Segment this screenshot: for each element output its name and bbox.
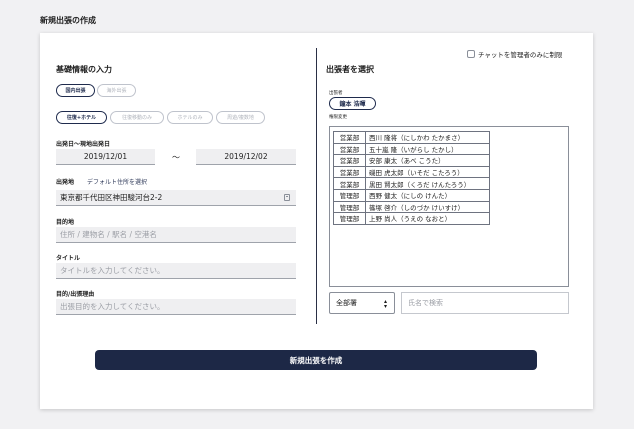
- name-cell: 磯田 虎太郎（いそだ こたろう）: [365, 165, 490, 179]
- name-cell: 五十嵐 隆（いがらし たかし）: [365, 142, 490, 156]
- table-row[interactable]: 営業部 黒田 賢太郎（くろだ けんたろう）: [333, 177, 490, 190]
- trip-title-label: タイトル: [56, 255, 81, 262]
- chat-admin-only-label: チャットを管理者のみに制限: [478, 51, 563, 59]
- transport-roundtrip-hotel[interactable]: 往復+ホテル: [56, 111, 107, 124]
- employee-table: 営業部 西川 隆将（にしかわ たかまさ） 営業部 五十嵐 隆（いがらし たかし） 営…: [333, 131, 490, 225]
- name-cell: 西野 健太（にしの けんた）: [365, 188, 490, 202]
- origin-label: 出発地: [56, 179, 75, 186]
- dept-cell: 管理部: [333, 188, 366, 202]
- table-row[interactable]: 営業部 五十嵐 隆（いがらし たかし）: [333, 142, 490, 156]
- department-filter-select[interactable]: 全部署 ▴ ▾: [329, 292, 395, 314]
- purpose-label: 目的/出張理由: [56, 291, 95, 298]
- department-filter-value: 全部署: [336, 299, 357, 307]
- dept-cell: 営業部: [333, 165, 366, 179]
- transport-roundtrip-only[interactable]: 往復移動のみ: [110, 111, 164, 124]
- transport-hotel-only[interactable]: ホテルのみ: [167, 111, 213, 124]
- dates-label: 出発日〜現地出発日: [56, 141, 111, 148]
- travelers-label: 出張者: [329, 91, 343, 96]
- traveler-title: 出張者を選択: [326, 65, 374, 74]
- dept-cell: 営業部: [333, 154, 366, 167]
- origin-value: 東京都千代田区神田駿河台2-2: [60, 193, 163, 202]
- name-cell: 安部 康太（あべ こうた）: [365, 154, 490, 167]
- transport-multi-city[interactable]: 周遊/複数地: [216, 111, 265, 124]
- start-date-field[interactable]: 2019/12/01: [56, 149, 155, 165]
- table-row[interactable]: 管理部 西野 健太（にしの けんた）: [333, 188, 490, 202]
- name-search-input[interactable]: [401, 292, 569, 314]
- selected-traveler-chip[interactable]: 鐘本 浩暉: [329, 97, 376, 110]
- basic-info-title: 基礎情報の入力: [56, 65, 112, 74]
- permission-change-link[interactable]: 権限変更: [329, 114, 347, 120]
- trip-title-field[interactable]: タイトルを入力してください。: [56, 263, 296, 279]
- chat-admin-only-toggle[interactable]: チャットを管理者のみに制限: [467, 49, 562, 59]
- create-trip-button[interactable]: 新規出張を作成: [95, 350, 537, 370]
- calendar-icon[interactable]: [284, 194, 290, 201]
- date-range-separator: 〜: [172, 153, 180, 162]
- trip-type-domestic[interactable]: 国内出張: [56, 84, 95, 97]
- name-cell: 黒田 賢太郎（くろだ けんたろう）: [365, 177, 490, 190]
- page-title: 新規出張の作成: [40, 16, 96, 25]
- section-divider: [316, 48, 317, 324]
- end-date-field[interactable]: 2019/12/02: [196, 149, 296, 165]
- dept-cell: 営業部: [333, 131, 366, 144]
- trip-type-overseas[interactable]: 海外出張: [97, 84, 136, 97]
- name-cell: 篠塚 啓介（しのづか けいすけ）: [365, 200, 490, 214]
- table-row[interactable]: 営業部 磯田 虎太郎（いそだ こたろう）: [333, 165, 490, 179]
- dept-cell: 営業部: [333, 177, 366, 190]
- employee-list: 営業部 西川 隆将（にしかわ たかまさ） 営業部 五十嵐 隆（いがらし たかし） 営…: [329, 126, 569, 287]
- name-cell: 西川 隆将（にしかわ たかまさ）: [365, 131, 490, 144]
- dept-cell: 管理部: [333, 200, 366, 214]
- default-address-link[interactable]: デフォルト住所を選択: [87, 177, 147, 186]
- destination-field[interactable]: 住所 / 建物名 / 駅名 / 空港名: [56, 227, 296, 243]
- chat-admin-only-checkbox[interactable]: [467, 50, 475, 58]
- table-row[interactable]: 営業部 西川 隆将（にしかわ たかまさ）: [333, 131, 490, 144]
- name-cell: 上野 尚人（うえの なおと）: [365, 212, 490, 225]
- dept-cell: 管理部: [333, 212, 366, 225]
- table-row[interactable]: 営業部 安部 康太（あべ こうた）: [333, 154, 490, 167]
- origin-field[interactable]: 東京都千代田区神田駿河台2-2: [56, 190, 296, 206]
- table-row[interactable]: 管理部 上野 尚人（うえの なおと）: [333, 212, 490, 225]
- select-caret-icon: ▴ ▾: [383, 298, 387, 310]
- dept-cell: 営業部: [333, 142, 366, 156]
- table-row[interactable]: 管理部 篠塚 啓介（しのづか けいすけ）: [333, 200, 490, 214]
- destination-label: 目的地: [56, 219, 75, 226]
- purpose-field[interactable]: 出張目的を入力してください。: [56, 299, 296, 315]
